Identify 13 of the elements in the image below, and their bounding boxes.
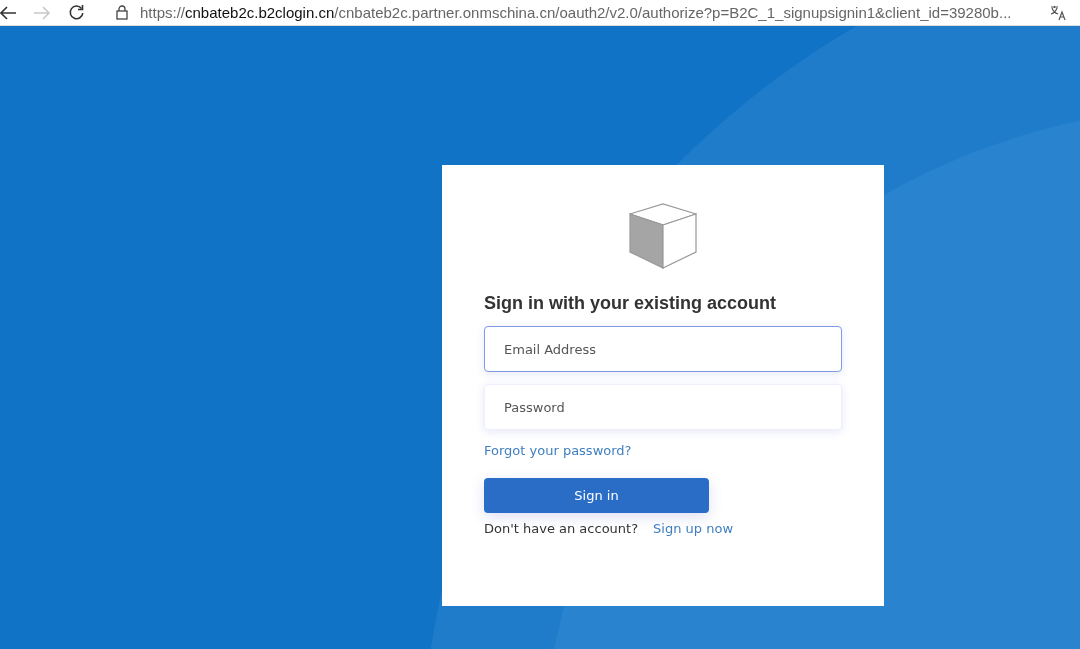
email-field[interactable]: Email Address xyxy=(484,326,842,372)
back-arrow-icon[interactable] xyxy=(0,5,17,20)
password-field[interactable]: Password xyxy=(484,384,842,430)
signup-prompt: Don't have an account? xyxy=(484,521,639,536)
sign-in-button[interactable]: Sign in xyxy=(484,478,709,513)
forgot-password-link[interactable]: Forgot your password? xyxy=(484,443,632,458)
reload-icon[interactable] xyxy=(67,4,85,21)
address-bar-url[interactable]: https://cnbateb2c.b2clogin.cn/cnbateb2c.partner.onmschina.cn/oauth2/v2.0/authorize?p=B2C_1_signupsignin1&client_id=39280b... xyxy=(140,4,1012,21)
lock-icon xyxy=(116,5,128,20)
translate-icon[interactable] xyxy=(1050,4,1066,21)
sign-up-link[interactable]: Sign up now xyxy=(653,521,733,536)
sign-in-heading: Sign in with your existing account xyxy=(484,293,778,314)
cube-logo-icon xyxy=(629,203,697,269)
